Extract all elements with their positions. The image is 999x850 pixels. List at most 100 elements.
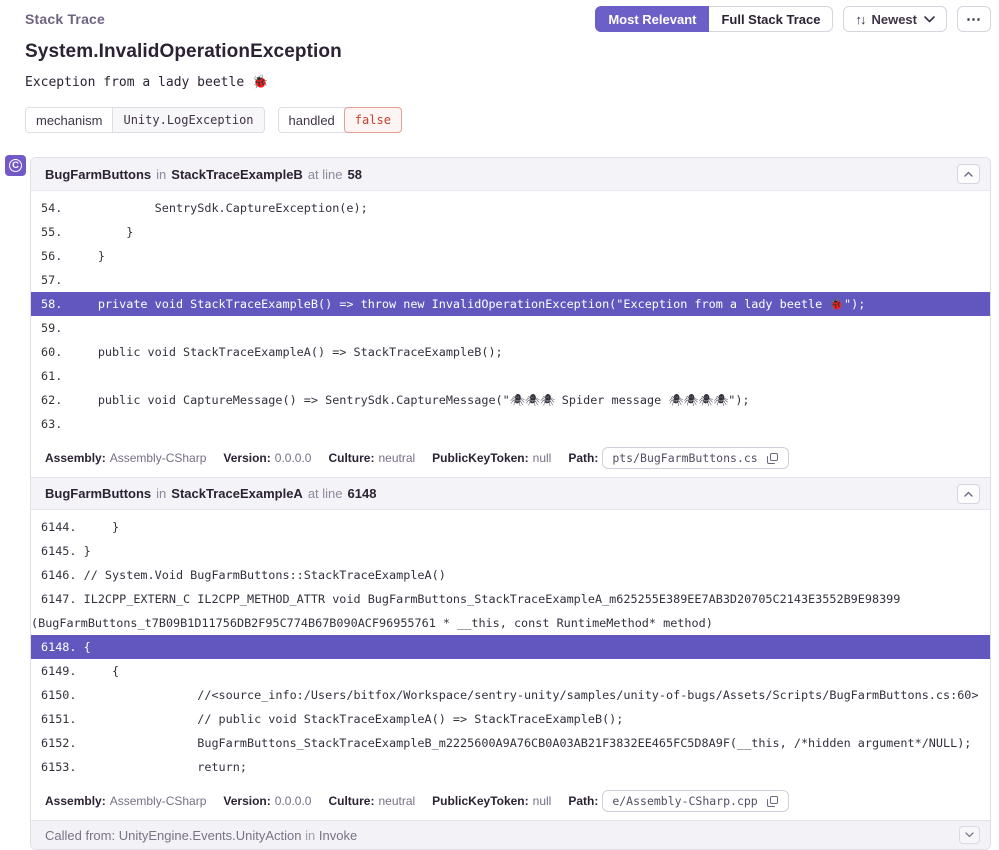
expand-frame-button[interactable] <box>959 826 980 844</box>
meta-label: Assembly: <box>45 794 106 808</box>
frame-line-number: 58 <box>348 167 362 182</box>
tag: mechanismUnity.LogException <box>25 107 265 133</box>
meta-pair: Culture:neutral <box>328 451 415 465</box>
meta-value: 0.0.0.0 <box>275 451 312 465</box>
called-from-in-label: in <box>305 828 315 843</box>
meta-pair: Version: 0.0.0.0 <box>223 794 311 808</box>
view-toggle: Most Relevant Full Stack Trace <box>595 6 833 32</box>
csharp-platform-icon: C <box>5 155 26 176</box>
meta-label: Version: <box>223 451 270 465</box>
meta-value: null <box>533 451 552 465</box>
meta-label: Assembly: <box>45 451 106 465</box>
code-line: 6153. return; <box>31 755 990 779</box>
code-line: 54. SentrySdk.CaptureException(e); <box>31 196 990 220</box>
called-from-module: UnityEngine.Events.UnityAction <box>119 828 302 843</box>
frame-header[interactable]: BugFarmButtons in StackTraceExampleA at lin… <box>31 477 990 510</box>
tag-value-error: false <box>344 107 402 133</box>
chevron-down-icon <box>924 16 935 23</box>
meta-label: Culture: <box>328 794 374 808</box>
tag-key: mechanism <box>26 108 112 132</box>
section-label: Stack Trace <box>25 6 105 27</box>
meta-label: PublicKeyToken: <box>432 794 528 808</box>
sort-button[interactable]: ↑↓ Newest <box>843 6 947 32</box>
copy-icon[interactable] <box>766 452 779 465</box>
meta-label: Path: <box>568 794 598 808</box>
code-line: 6146. // System.Void BugFarmButtons::Sta… <box>31 563 990 587</box>
sort-direction-icon: ↑↓ <box>855 12 864 27</box>
frame-in-label: in <box>156 167 166 182</box>
code-line: 60. public void StackTraceExampleA() => … <box>31 340 990 364</box>
code-line: 55. } <box>31 220 990 244</box>
full-stack-trace-button[interactable]: Full Stack Trace <box>709 6 833 32</box>
code-block: 6144. }6145. }6146. // System.Void BugFa… <box>31 510 990 785</box>
path-box[interactable]: e/Assembly-CSharp.cpp <box>602 790 788 812</box>
chevron-up-icon <box>964 171 973 177</box>
meta-label: Culture: <box>328 451 374 465</box>
more-options-button[interactable]: ⋯ <box>957 6 991 32</box>
code-line: 59. <box>31 316 990 340</box>
tag-list: mechanismUnity.LogException handledfalse <box>25 107 991 133</box>
called-from-label: Called from: <box>45 828 115 843</box>
copy-icon[interactable] <box>766 795 779 808</box>
meta-pair: PublicKeyToken: null <box>432 451 551 465</box>
frame-meta: Assembly: Assembly-CSharp Version: 0.0.0.0 C… <box>31 785 990 820</box>
frame-module: BugFarmButtons <box>45 486 151 501</box>
code-line: 6145. } <box>31 539 990 563</box>
collapse-button[interactable] <box>957 164 980 184</box>
most-relevant-button[interactable]: Most Relevant <box>595 6 709 32</box>
code-line: 57. <box>31 268 990 292</box>
toolbar: Most Relevant Full Stack Trace ↑↓ Newest… <box>595 6 991 32</box>
frame: BugFarmButtons in StackTraceExampleA at lin… <box>31 477 990 820</box>
csharp-platform-glyph: C <box>9 159 22 172</box>
collapse-button[interactable] <box>957 484 980 504</box>
code-line: 62. public void CaptureMessage() => Sent… <box>31 388 990 412</box>
frame-in-label: in <box>156 486 166 501</box>
meta-path-pair: Path: e/Assembly-CSharp.cpp <box>568 790 788 812</box>
meta-label: PublicKeyToken: <box>432 451 528 465</box>
meta-pair: PublicKeyToken: null <box>432 794 551 808</box>
meta-pair: Assembly: Assembly-CSharp <box>45 451 206 465</box>
meta-value: 0.0.0.0 <box>275 794 312 808</box>
code-line: 6144. } <box>31 515 990 539</box>
tag-value: Unity.LogException <box>112 108 263 132</box>
frame-module: BugFarmButtons <box>45 167 151 182</box>
tag: handledfalse <box>278 107 402 133</box>
meta-value: Assembly-CSharp <box>110 451 207 465</box>
code-block: 54. SentrySdk.CaptureException(e);55. }5… <box>31 191 990 442</box>
meta-label: Path: <box>568 451 598 465</box>
frame-at-label: at line <box>308 167 343 182</box>
code-line-active: 6148. { <box>31 635 990 659</box>
stack-trace-wrapper: C BugFarmButtonsinStackTraceExampleBat l… <box>30 157 991 850</box>
frame-meta: Assembly: Assembly-CSharp Version: 0.0.0.0 C… <box>31 442 990 477</box>
called-from-text: Called from: UnityEngine.Events.UnityAct… <box>45 828 357 843</box>
page-title: System.InvalidOperationException <box>25 41 991 63</box>
meta-pair: Culture: neutral <box>328 794 415 808</box>
code-line: 56. } <box>31 244 990 268</box>
meta-pair: Version: 0.0.0.0 <box>223 451 311 465</box>
chevron-down-icon <box>965 832 974 838</box>
meta-value: neutral <box>378 794 415 808</box>
code-line: 6149. { <box>31 659 990 683</box>
frame-function: StackTraceExampleA <box>171 486 303 501</box>
code-line-active: 58. private void StackTraceExampleB() =>… <box>31 292 990 316</box>
top-bar: Stack Trace Most Relevant Full Stack Tra… <box>25 6 991 32</box>
stack-trace-page: Stack Trace Most Relevant Full Stack Tra… <box>0 0 999 850</box>
frame-header[interactable]: BugFarmButtons in StackTraceExampleB at lin… <box>31 158 990 191</box>
code-line: 6152. BugFarmButtons_StackTraceExampleB_… <box>31 731 990 755</box>
exception-message: Exception from a lady beetle 🐞 <box>25 75 991 90</box>
frame-at-label: at line <box>308 486 343 501</box>
called-from-function: Invoke <box>319 828 357 843</box>
path-box[interactable]: pts/BugFarmButtons.cs <box>602 447 788 469</box>
code-line: 6151. // public void StackTraceExampleA(… <box>31 707 990 731</box>
meta-path-pair: Path: pts/BugFarmButtons.cs <box>568 447 788 469</box>
code-line: 6147. IL2CPP_EXTERN_C IL2CPP_METHOD_ATTR… <box>31 587 990 635</box>
meta-value: Assembly-CSharp <box>110 794 207 808</box>
meta-value: null <box>533 794 552 808</box>
frame: BugFarmButtons in StackTraceExampleB at lin… <box>31 158 990 477</box>
meta-label: Version: <box>223 794 270 808</box>
code-line: 61. <box>31 364 990 388</box>
path-value: e/Assembly-CSharp.cpp <box>612 794 757 808</box>
frame-function: StackTraceExampleB <box>171 167 303 182</box>
chevron-up-icon <box>964 491 973 497</box>
frame-line-number: 6148 <box>348 486 377 501</box>
